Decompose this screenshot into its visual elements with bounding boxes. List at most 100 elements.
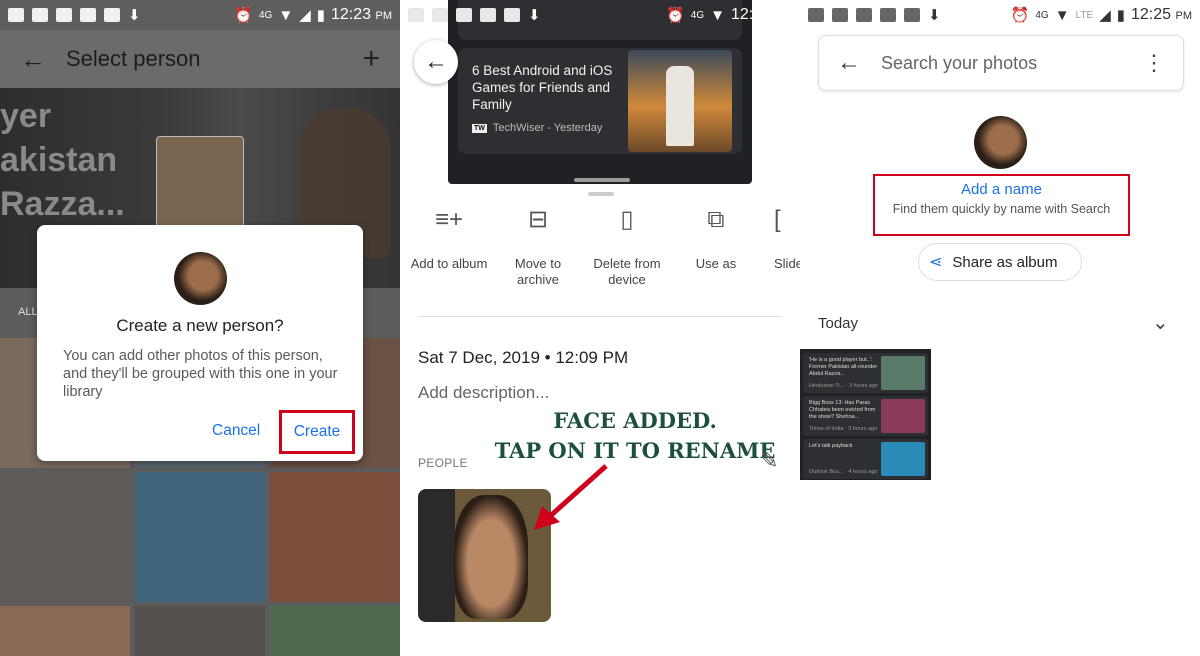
dialog-body: You can add other photos of this person,… xyxy=(63,348,338,400)
more-vert-icon[interactable]: ⋮ xyxy=(1143,50,1165,76)
people-section-label: PEOPLE xyxy=(418,456,468,470)
news-card-title: 6 Best Android and iOS Games for Friends… xyxy=(472,63,613,112)
network-label: 4G xyxy=(258,9,273,21)
news-card-source: TechWiser - Yesterday xyxy=(492,122,603,134)
thumb-card-title: 'He is a good player but..': Former Paki… xyxy=(809,357,878,377)
avatar xyxy=(174,252,227,305)
face-selection-box[interactable] xyxy=(156,136,244,236)
action-row: ≡+ Add to album ⊟ Move to archive ▯ Dele… xyxy=(400,206,800,292)
arrow-back-icon[interactable]: ← xyxy=(20,44,54,75)
annotation-line: FACE ADDED. xyxy=(553,408,717,433)
news-card: 6 Best Android and iOS Games for Friends… xyxy=(458,48,742,154)
face-thumbnail[interactable] xyxy=(135,472,265,602)
delete-from-device-button[interactable]: ▯ Delete from device xyxy=(582,206,672,288)
hero-text-line: yer xyxy=(0,97,52,135)
add-to-album-button[interactable]: ≡+ Add to album xyxy=(404,206,494,272)
add-name-box[interactable]: Add a name Find them quickly by name wit… xyxy=(873,174,1130,236)
action-label: Slide xyxy=(774,256,800,271)
plus-icon[interactable]: + xyxy=(362,42,380,76)
clock: 12:25 xyxy=(1131,6,1172,23)
face-thumbnail[interactable] xyxy=(135,606,265,656)
battery-icon: ▮ xyxy=(316,7,325,24)
clock: 12:23 xyxy=(331,6,372,23)
signal-icon: ◢ xyxy=(1099,7,1111,24)
face-thumbnail[interactable] xyxy=(270,606,400,656)
preview-scroll-indicator xyxy=(574,178,630,182)
archive-icon: ⊟ xyxy=(527,206,549,233)
person-search-screen: ⬇ ⏰ 4G ▼ LTE ◢ ▮ 12:25 PM ← Search your … xyxy=(800,0,1200,656)
face-thumbnail[interactable] xyxy=(270,472,400,602)
alarm-icon: ⏰ xyxy=(234,7,253,24)
photo-details-screen: 6 Best Android and iOS Games for Friends… xyxy=(400,0,800,656)
network-label: 4G xyxy=(690,9,705,21)
status-bar: ⬇ ⏰ 4G ▼ LTE ◢ ▮ 12:25 PM xyxy=(800,0,1200,30)
slideshow-button[interactable]: [ Slide xyxy=(752,208,800,272)
move-to-archive-button[interactable]: ⊟ Move to archive xyxy=(493,206,583,288)
download-icon: ⬇ xyxy=(528,7,541,24)
clock-ampm: PM xyxy=(375,10,393,22)
thumb-card: 'He is a good player but..': Former Paki… xyxy=(803,353,928,393)
search-bar[interactable]: ← Search your photos ⋮ xyxy=(818,35,1184,91)
thumb-card: Let's talk payback Outlook Bus... · 4 ho… xyxy=(803,439,928,479)
alarm-icon: ⏰ xyxy=(1010,7,1030,24)
edit-pencil-icon[interactable]: ✎ xyxy=(760,448,778,474)
avatar[interactable] xyxy=(974,116,1027,169)
message-icon xyxy=(8,8,24,22)
keyhole-icon xyxy=(56,8,72,22)
section-header: Today xyxy=(818,315,859,332)
share-as-album-label: Share as album xyxy=(952,253,1058,271)
image-icon xyxy=(480,8,496,22)
add-name-link[interactable]: Add a name xyxy=(875,181,1128,198)
wifi-icon: ▼ xyxy=(278,6,294,24)
action-label: Use as xyxy=(695,256,737,271)
news-card-image xyxy=(628,50,732,152)
app-bar: ← Select person + xyxy=(0,30,400,88)
thumb-card-image xyxy=(881,399,925,433)
hero-text-line: akistan xyxy=(0,141,118,179)
clock: 12:24 xyxy=(731,6,772,23)
image-icon xyxy=(880,8,896,22)
open-external-icon: ⧉ xyxy=(707,206,725,233)
photo-thumbnail[interactable]: 'He is a good player but..': Former Paki… xyxy=(800,349,931,480)
search-input[interactable]: Search your photos xyxy=(881,53,1037,74)
face-thumbnail[interactable] xyxy=(0,472,130,602)
playlist-add-icon: ≡+ xyxy=(434,206,464,233)
status-bar: ⬇ ⏰ 4G ▼ ◢ ▮ 12:23 PM xyxy=(0,0,400,30)
tutorial-annotation: FACE ADDED. TAP ON IT TO RENAME xyxy=(470,406,800,466)
arrow-back-icon[interactable]: ← xyxy=(414,40,458,84)
thumb-card-image xyxy=(881,356,925,390)
chevron-down-icon[interactable]: ⌄ xyxy=(1152,310,1169,335)
download-icon: ⬇ xyxy=(128,7,141,24)
wifi-icon: ▼ xyxy=(1054,6,1070,24)
sheet-drag-handle[interactable] xyxy=(588,192,614,196)
face-thumbnail[interactable] xyxy=(0,606,130,656)
mail-icon xyxy=(432,8,448,22)
arrow-back-icon[interactable]: ← xyxy=(837,49,881,77)
select-person-screen: ⬇ ⏰ 4G ▼ ◢ ▮ 12:23 PM ← Select person + … xyxy=(0,0,400,656)
cancel-button[interactable]: Cancel xyxy=(212,422,260,440)
image-icon xyxy=(80,8,96,22)
photo-date: Sat 7 Dec, 2019 xyxy=(418,348,540,367)
lte-label: LTE xyxy=(1075,9,1094,21)
clock-ampm: PM xyxy=(775,10,793,22)
page-title: Select person xyxy=(66,46,201,71)
network-label: 4G xyxy=(1035,9,1049,21)
create-button[interactable]: Create xyxy=(279,410,355,454)
create-button-label: Create xyxy=(293,423,341,440)
create-person-dialog: Create a new person? You can add other p… xyxy=(37,225,363,461)
photo-time: 12:09 PM xyxy=(555,348,629,367)
action-label: Delete from device xyxy=(593,256,661,287)
mail-icon xyxy=(32,8,48,22)
share-as-album-button[interactable]: ⋖ Share as album xyxy=(918,243,1082,281)
add-description-input[interactable]: Add description... xyxy=(418,383,549,403)
annotation-arrow xyxy=(534,464,608,530)
delete-from-device-icon: ▯ xyxy=(620,206,634,233)
thumb-card-source: Hindustan Ti... · 3 hours ago xyxy=(809,383,879,389)
calendar-icon xyxy=(104,8,120,22)
calendar-icon xyxy=(504,8,520,22)
action-label: Add to album xyxy=(410,256,488,271)
battery-icon: ▮ xyxy=(1116,7,1125,24)
thumb-card-title: Let's talk payback xyxy=(809,443,853,449)
thumb-card-image xyxy=(881,442,925,476)
use-as-button[interactable]: ⧉ Use as xyxy=(671,206,761,272)
